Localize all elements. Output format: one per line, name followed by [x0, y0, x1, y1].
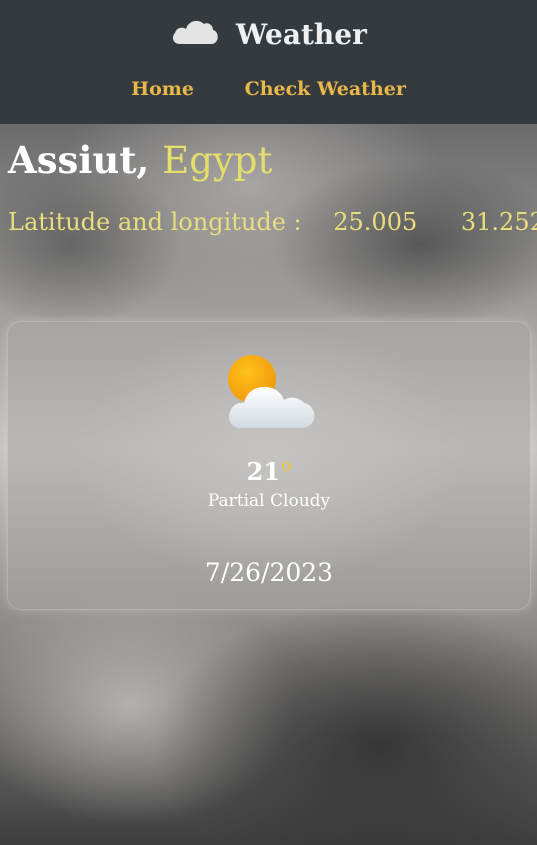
city-name: Assiut, — [8, 138, 150, 182]
top-navbar: Weather Home Check Weather — [0, 0, 537, 124]
coordinates-label: Latitude and longitude : — [8, 208, 302, 236]
latitude-value: 25.005 — [333, 208, 418, 236]
temperature: 21o — [8, 456, 530, 486]
longitude-value: 31.252 — [460, 208, 537, 236]
main-nav: Home Check Weather — [0, 78, 537, 100]
coordinates-line: Latitude and longitude : 25.005 31.252 — [8, 208, 537, 236]
partly-cloudy-icon — [228, 355, 315, 428]
nav-link-check-weather[interactable]: Check Weather — [245, 78, 406, 100]
nav-link-home[interactable]: Home — [131, 78, 194, 100]
weather-condition: Partial Cloudy — [207, 491, 331, 511]
weather-date: 7/26/2023 — [204, 558, 334, 587]
location-heading: Assiut, Egypt — [8, 138, 272, 182]
brand-title: Weather — [235, 18, 367, 51]
temperature-value: 21 — [246, 457, 281, 486]
degree-symbol: o — [281, 456, 292, 476]
weather-card: 21o Partial Cloudy 7/26/2023 — [7, 321, 531, 610]
cloud-icon — [173, 20, 218, 44]
country-name: Egypt — [162, 139, 273, 182]
brand[interactable]: Weather — [0, 16, 537, 51]
